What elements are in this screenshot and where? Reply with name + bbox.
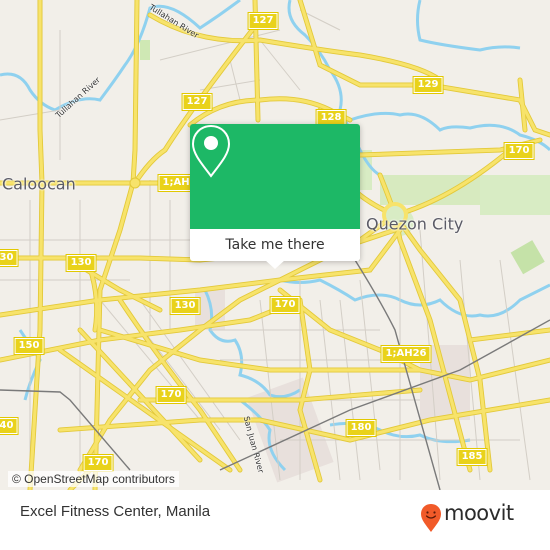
route-shield: 170 (155, 386, 187, 404)
route-shield: 185 (456, 448, 488, 466)
location-popup[interactable]: Take me there (190, 124, 360, 269)
route-shield: 170 (503, 142, 535, 160)
popup-pointer (265, 260, 285, 269)
route-shield: 140 (0, 417, 19, 435)
route-shield: 130 (169, 297, 201, 315)
route-shield: 127 (181, 93, 213, 111)
moovit-pin-icon (421, 504, 441, 532)
route-shield: 130 (65, 254, 97, 272)
map-attribution[interactable]: © OpenStreetMap contributors (8, 471, 179, 487)
route-shield: 129 (412, 76, 444, 94)
map-pin-icon (191, 124, 231, 178)
route-shield: 1;AH26 (380, 345, 432, 363)
footer-bar: Excel Fitness Center, Manila moovit (0, 490, 550, 550)
place-label-caloocan: Caloocan (2, 174, 76, 194)
route-shield: 170 (269, 296, 301, 314)
route-shield: 180 (345, 419, 377, 437)
route-shield: 130 (0, 249, 19, 267)
take-me-there-button[interactable]: Take me there (190, 229, 360, 261)
map-view[interactable]: Caloocan Quezon City Tullahan River Tull… (0, 0, 550, 490)
place-name: Excel Fitness Center, Manila (20, 503, 211, 520)
route-shield: 170 (82, 454, 114, 472)
place-label-quezon-city: Quezon City (366, 214, 464, 234)
route-shield: 150 (13, 337, 45, 355)
route-shield: 127 (247, 12, 279, 30)
popup-header[interactable] (190, 124, 360, 229)
moovit-wordmark: moovit (444, 501, 514, 525)
